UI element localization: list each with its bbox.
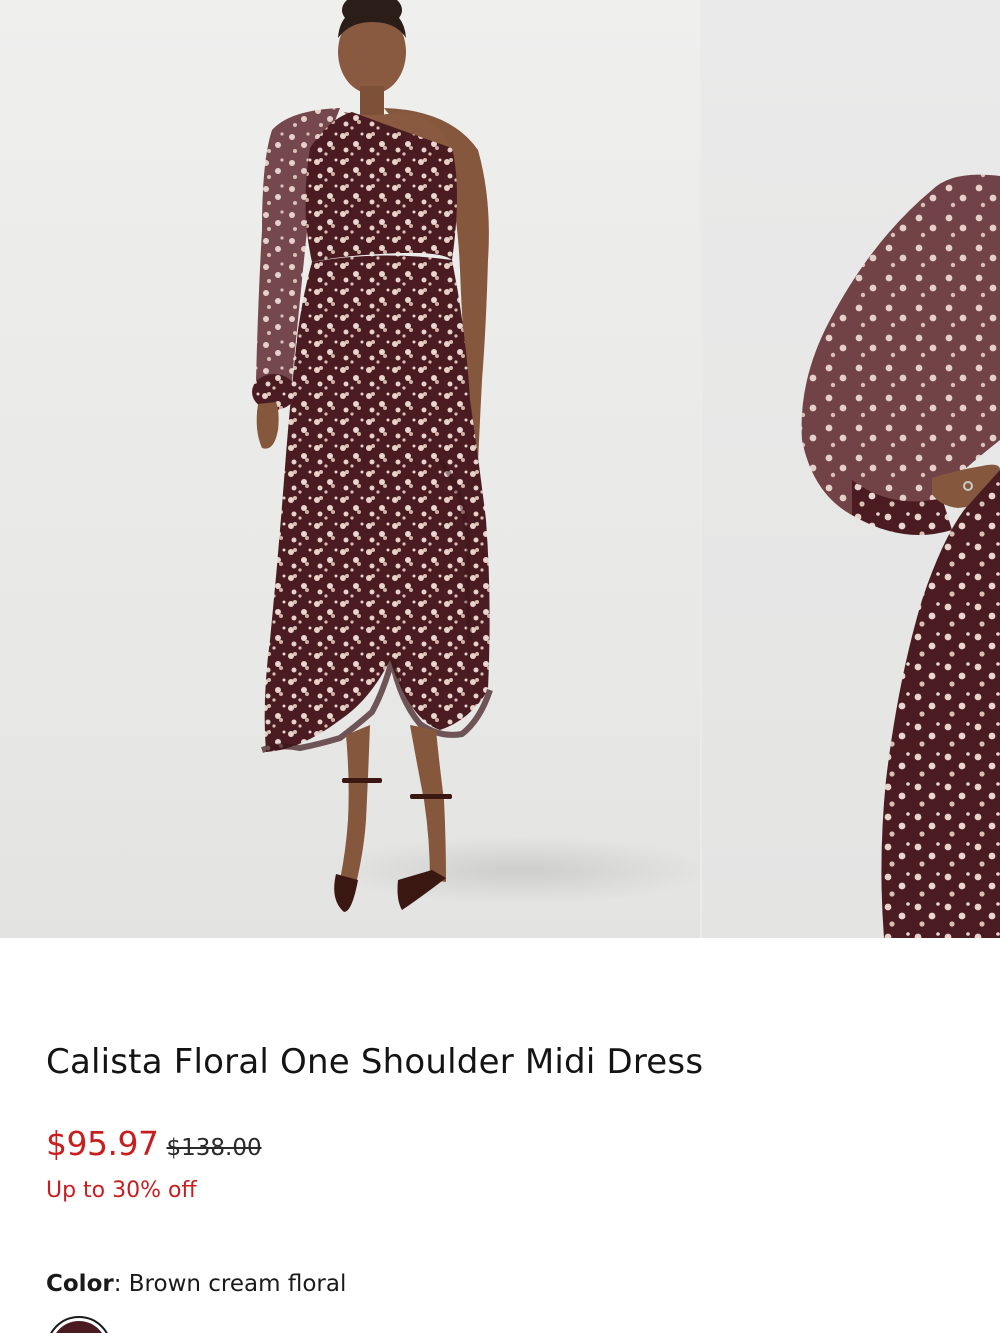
price-row: $95.97 $138.00 [46,1124,956,1168]
sale-price: $95.97 [46,1124,159,1163]
color-value: Brown cream floral [128,1271,347,1297]
product-image-carousel[interactable] [0,0,1000,938]
product-image-front[interactable] [0,0,700,938]
color-separator: : [113,1271,129,1297]
product-info: Calista Floral One Shoulder Midi Dress $… [46,1040,956,1297]
product-page: Calista Floral One Shoulder Midi Dress $… [0,0,1000,1333]
product-image-detail[interactable] [702,0,1000,938]
model-detail-illustration [801,174,1000,938]
product-title: Calista Floral One Shoulder Midi Dress [46,1042,704,1082]
model-front-illustration [252,0,700,912]
color-row: Color: Brown cream floral [46,1271,956,1297]
swatch-pattern-icon [51,1321,107,1333]
original-price: $138.00 [166,1135,262,1161]
color-swatch-brown-cream-floral[interactable] [46,1316,112,1333]
discount-label: Up to 30% off [46,1178,197,1203]
color-label: Color [46,1271,114,1297]
